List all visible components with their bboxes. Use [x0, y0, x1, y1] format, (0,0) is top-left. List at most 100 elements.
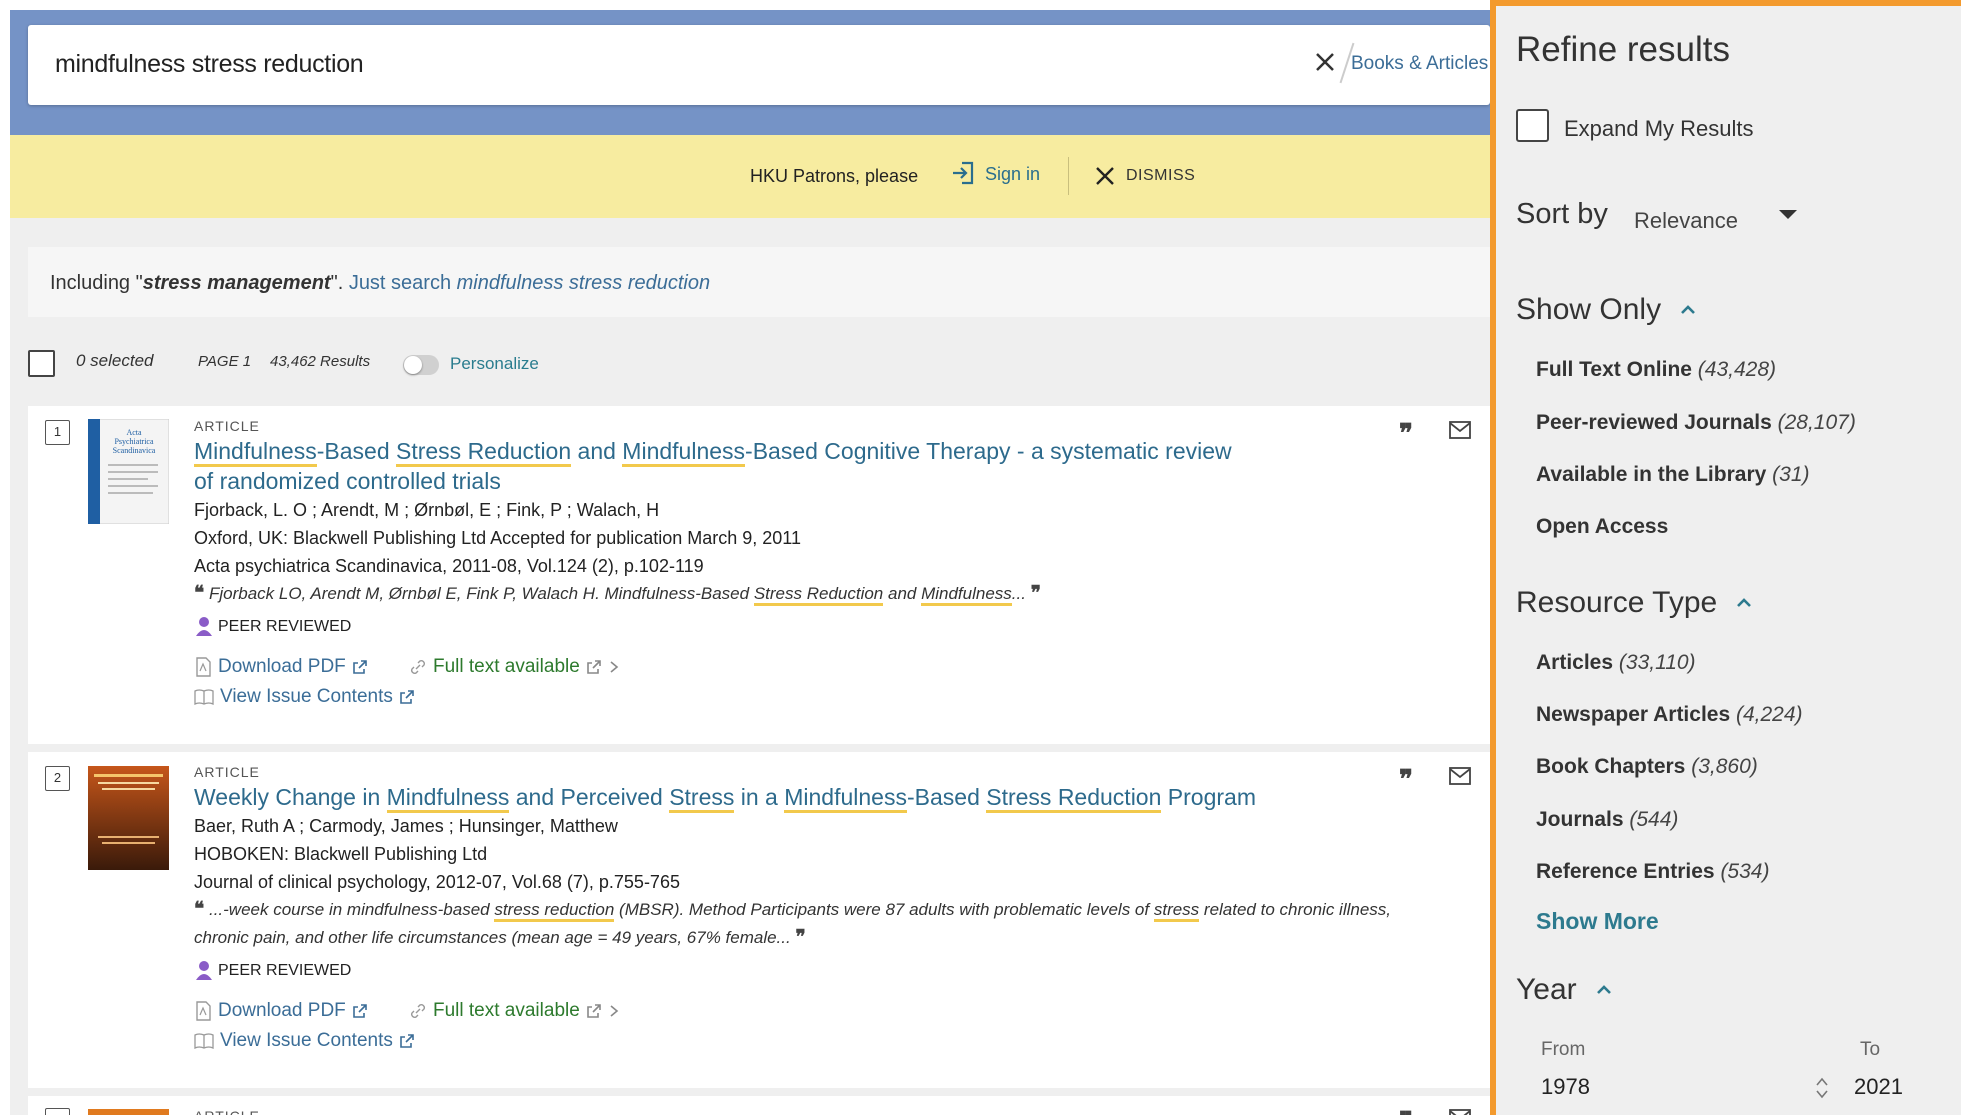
result-links: View Issue Contents [194, 1030, 1470, 1060]
caret-down-icon[interactable] [1779, 210, 1797, 219]
resource-type: ARTICLE [194, 418, 260, 434]
result-body: ARTICLE Weekly Change in Mindfulness and… [194, 764, 1470, 1060]
peer-reviewed-icon [196, 961, 212, 980]
cover-thumbnail[interactable] [88, 1109, 169, 1115]
citation-icon[interactable]: ❞ [1397, 766, 1421, 790]
download-pdf-link[interactable]: Download PDF [194, 1000, 368, 1022]
svg-text:❞: ❞ [1399, 1108, 1413, 1115]
citation-icon[interactable]: ❞ [1397, 420, 1421, 444]
close-icon[interactable] [1310, 47, 1340, 77]
refine-title: Refine results [1516, 30, 1730, 69]
year-to-input[interactable]: 2021 [1854, 1074, 1903, 1100]
sign-in-icon[interactable] [950, 159, 978, 187]
facet-available-in-library[interactable]: Available in the Library (31) [1536, 463, 1810, 487]
chevron-up-icon [1681, 305, 1695, 314]
external-link-icon [586, 660, 601, 674]
external-link-icon [586, 1004, 601, 1018]
resource-type: ARTICLE [194, 1108, 1470, 1115]
result-authors: Baer, Ruth A ; Carmody, James ; Hunsinge… [194, 816, 618, 836]
cover-thumbnail[interactable] [88, 766, 169, 870]
show-more-link[interactable]: Show More [1536, 908, 1659, 935]
result-number: 1 [45, 420, 70, 445]
year-from-input[interactable]: 1978 [1541, 1074, 1590, 1100]
result-snippet-line-2: chronic pain, and other life circumstanc… [194, 927, 806, 948]
view-issue-contents-link[interactable]: View Issue Contents [194, 1030, 415, 1052]
facet-book-chapters[interactable]: Book Chapters (3,860) [1536, 755, 1758, 779]
result-authors: Fjorback, L. O ; Arendt, M ; Ørnbøl, E ;… [194, 500, 660, 520]
peer-reviewed-badge: PEER REVIEWED [194, 616, 1470, 638]
result-publisher: HOBOKEN: Blackwell Publishing Ltd [194, 844, 488, 864]
dismiss-button[interactable]: DISMISS [1126, 167, 1195, 185]
result-count: 43,462 Results [270, 353, 371, 370]
facet-newspaper-articles[interactable]: Newspaper Articles (4,224) [1536, 703, 1803, 727]
email-icon[interactable] [1448, 1106, 1472, 1115]
facet-full-text-online[interactable]: Full Text Online (43,428) [1536, 358, 1776, 382]
search-suggestion: Including "stress management". Just sear… [28, 247, 1490, 317]
result-links: Download PDF Full text available [194, 656, 1470, 686]
selected-count: 0 selected [76, 351, 154, 370]
peer-reviewed-icon [196, 617, 212, 636]
year-to-label: To [1860, 1039, 1881, 1060]
divider [1068, 157, 1069, 195]
refine-panel: Refine results Expand My Results Sort by… [1490, 0, 1961, 1115]
personalize-toggle[interactable] [403, 355, 439, 375]
svg-text:❞: ❞ [1399, 766, 1413, 790]
personalize-label[interactable]: Personalize [450, 354, 539, 374]
facet-open-access[interactable]: Open Access [1536, 515, 1668, 539]
result-snippet: ❝ ...-week course in mindfulness-based s… [194, 899, 1392, 922]
resource-type-heading[interactable]: Resource Type [1516, 586, 1753, 620]
search-box[interactable]: mindfulness stress reduction Books & Art… [28, 25, 1490, 105]
suggestion-suffix: ". [330, 272, 349, 294]
sign-in-link[interactable]: Sign in [985, 164, 1040, 185]
result-card: 2 ARTICLE Weekly Change in Mindfulness a… [28, 752, 1490, 1088]
email-icon[interactable] [1448, 764, 1472, 788]
book-icon [194, 1033, 214, 1050]
chevron-up-icon [1596, 985, 1611, 994]
result-body: ARTICLE [194, 1108, 1470, 1115]
page-number: PAGE 1 [198, 353, 252, 370]
email-icon[interactable] [1448, 418, 1472, 442]
year-heading[interactable]: Year [1516, 973, 1613, 1007]
chevron-right-icon [610, 1005, 619, 1017]
select-all-checkbox[interactable] [28, 350, 55, 377]
chevron-right-icon [610, 661, 619, 673]
full-text-link[interactable]: Full text available [409, 656, 620, 678]
expand-results-label[interactable]: Expand My Results [1564, 116, 1754, 142]
svg-text:Scandinavica: Scandinavica [113, 446, 156, 455]
facet-reference-entries[interactable]: Reference Entries (534) [1536, 860, 1769, 884]
year-from-label: From [1541, 1039, 1586, 1060]
cover-thumbnail[interactable]: Acta Psychiatrica Scandinavica [88, 419, 169, 524]
pdf-icon [196, 1001, 211, 1021]
result-links: View Issue Contents [194, 686, 1470, 716]
svg-text:Psychiatrica: Psychiatrica [114, 437, 154, 446]
show-only-heading[interactable]: Show Only [1516, 293, 1697, 327]
result-links: Download PDF Full text available [194, 1000, 1470, 1030]
result-card: 3 ARTICLE ❞ [28, 1096, 1490, 1115]
result-title[interactable]: Mindfulness-Based Stress Reduction and M… [194, 436, 1244, 496]
facet-peer-reviewed[interactable]: Peer-reviewed Journals (28,107) [1536, 411, 1856, 435]
citation-icon[interactable]: ❞ [1397, 1108, 1421, 1115]
result-source: Journal of clinical psychology, 2012-07,… [194, 872, 680, 892]
link-icon [411, 1004, 425, 1018]
facet-articles[interactable]: Articles (33,110) [1536, 651, 1696, 675]
view-issue-contents-link[interactable]: View Issue Contents [194, 686, 415, 708]
search-input[interactable]: mindfulness stress reduction [55, 50, 364, 79]
just-search-link[interactable]: Just search mindfulness stress reduction [349, 272, 710, 294]
result-card: 1 Acta Psychiatrica Scandinavica ARTICLE… [28, 406, 1490, 744]
sort-select[interactable]: Relevance [1634, 208, 1738, 234]
result-body: ARTICLE Mindfulness-Based Stress Reducti… [194, 418, 1470, 716]
spinner-icon[interactable] [1814, 1075, 1830, 1101]
result-source: Acta psychiatrica Scandinavica, 2011-08,… [194, 556, 704, 576]
result-publisher: Oxford, UK: Blackwell Publishing Ltd Acc… [194, 528, 801, 548]
facet-journals[interactable]: Journals (544) [1536, 808, 1678, 832]
sign-in-banner: HKU Patrons, please Sign in DISMISS [10, 135, 1490, 218]
download-pdf-link[interactable]: Download PDF [194, 656, 368, 678]
result-title[interactable]: Weekly Change in Mindfulness and Perceiv… [194, 782, 1470, 813]
expand-results-checkbox[interactable] [1516, 109, 1549, 142]
external-link-icon [400, 690, 414, 704]
full-text-link[interactable]: Full text available [409, 1000, 620, 1022]
search-scope-select[interactable]: Books & Articles [1351, 53, 1488, 75]
dismiss-icon[interactable] [1092, 163, 1118, 189]
external-link-icon [400, 1034, 414, 1048]
peer-reviewed-badge: PEER REVIEWED [194, 960, 1470, 982]
